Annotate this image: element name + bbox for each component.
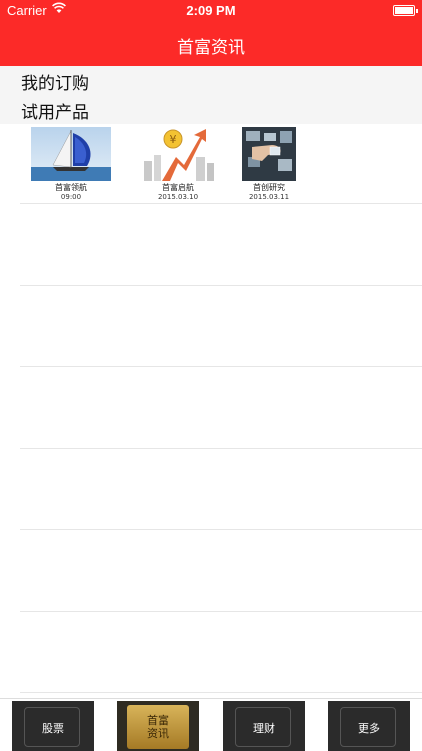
row-divider [20, 366, 422, 367]
tab-stocks[interactable]: 股票 [12, 701, 94, 751]
product-card-3[interactable]: 首创研究 2015.03.11 [216, 127, 296, 202]
touchscreen-hand-image [242, 127, 296, 181]
product-card-1[interactable]: 首富领航 09:00 [31, 127, 111, 202]
tab-label: 理财 [253, 722, 275, 735]
row-divider [20, 203, 422, 204]
section-label: 我的订购 [21, 74, 89, 94]
section-trial-products[interactable]: 试用产品 [0, 95, 422, 124]
svg-text:¥: ¥ [170, 133, 177, 146]
product-name: 首富启航 [162, 183, 194, 192]
row-divider [20, 692, 422, 693]
product-name: 首创研究 [253, 183, 285, 192]
product-name: 首富领航 [55, 183, 87, 192]
tab-label: 更多 [358, 722, 380, 735]
product-date: 09:00 [60, 193, 82, 201]
tab-finance[interactable]: 理财 [223, 701, 305, 751]
row-divider [20, 448, 422, 449]
product-date: 2015.03.11 [248, 193, 290, 201]
page-title: 首富资讯 [177, 38, 245, 58]
product-date: 2015.03.10 [157, 193, 199, 201]
status-bar: Carrier 2:09 PM [0, 0, 422, 22]
tab-label: 首富 资讯 [147, 714, 169, 740]
tab-news[interactable]: 首富 资讯 [117, 701, 199, 751]
sailboat-image [31, 127, 111, 181]
tab-bar: 股票 首富 资讯 理财 更多 [0, 698, 422, 751]
section-label: 试用产品 [21, 103, 89, 123]
product-list: 首富领航 09:00 ¥ 首富启航 2015.03.10 首创研究 2015.0… [0, 122, 422, 203]
battery-icon [393, 5, 418, 16]
row-divider [20, 529, 422, 530]
rising-arrow-coin-image: ¥ [138, 127, 218, 181]
product-card-2[interactable]: ¥ 首富启航 2015.03.10 [138, 127, 218, 202]
section-my-subscriptions[interactable]: 我的订购 [0, 66, 422, 95]
nav-bar: 首富资讯 [0, 22, 422, 66]
row-divider [20, 285, 422, 286]
tab-label: 股票 [42, 722, 64, 735]
row-divider [20, 611, 422, 612]
tab-more[interactable]: 更多 [328, 701, 410, 751]
status-time: 2:09 PM [186, 3, 236, 18]
